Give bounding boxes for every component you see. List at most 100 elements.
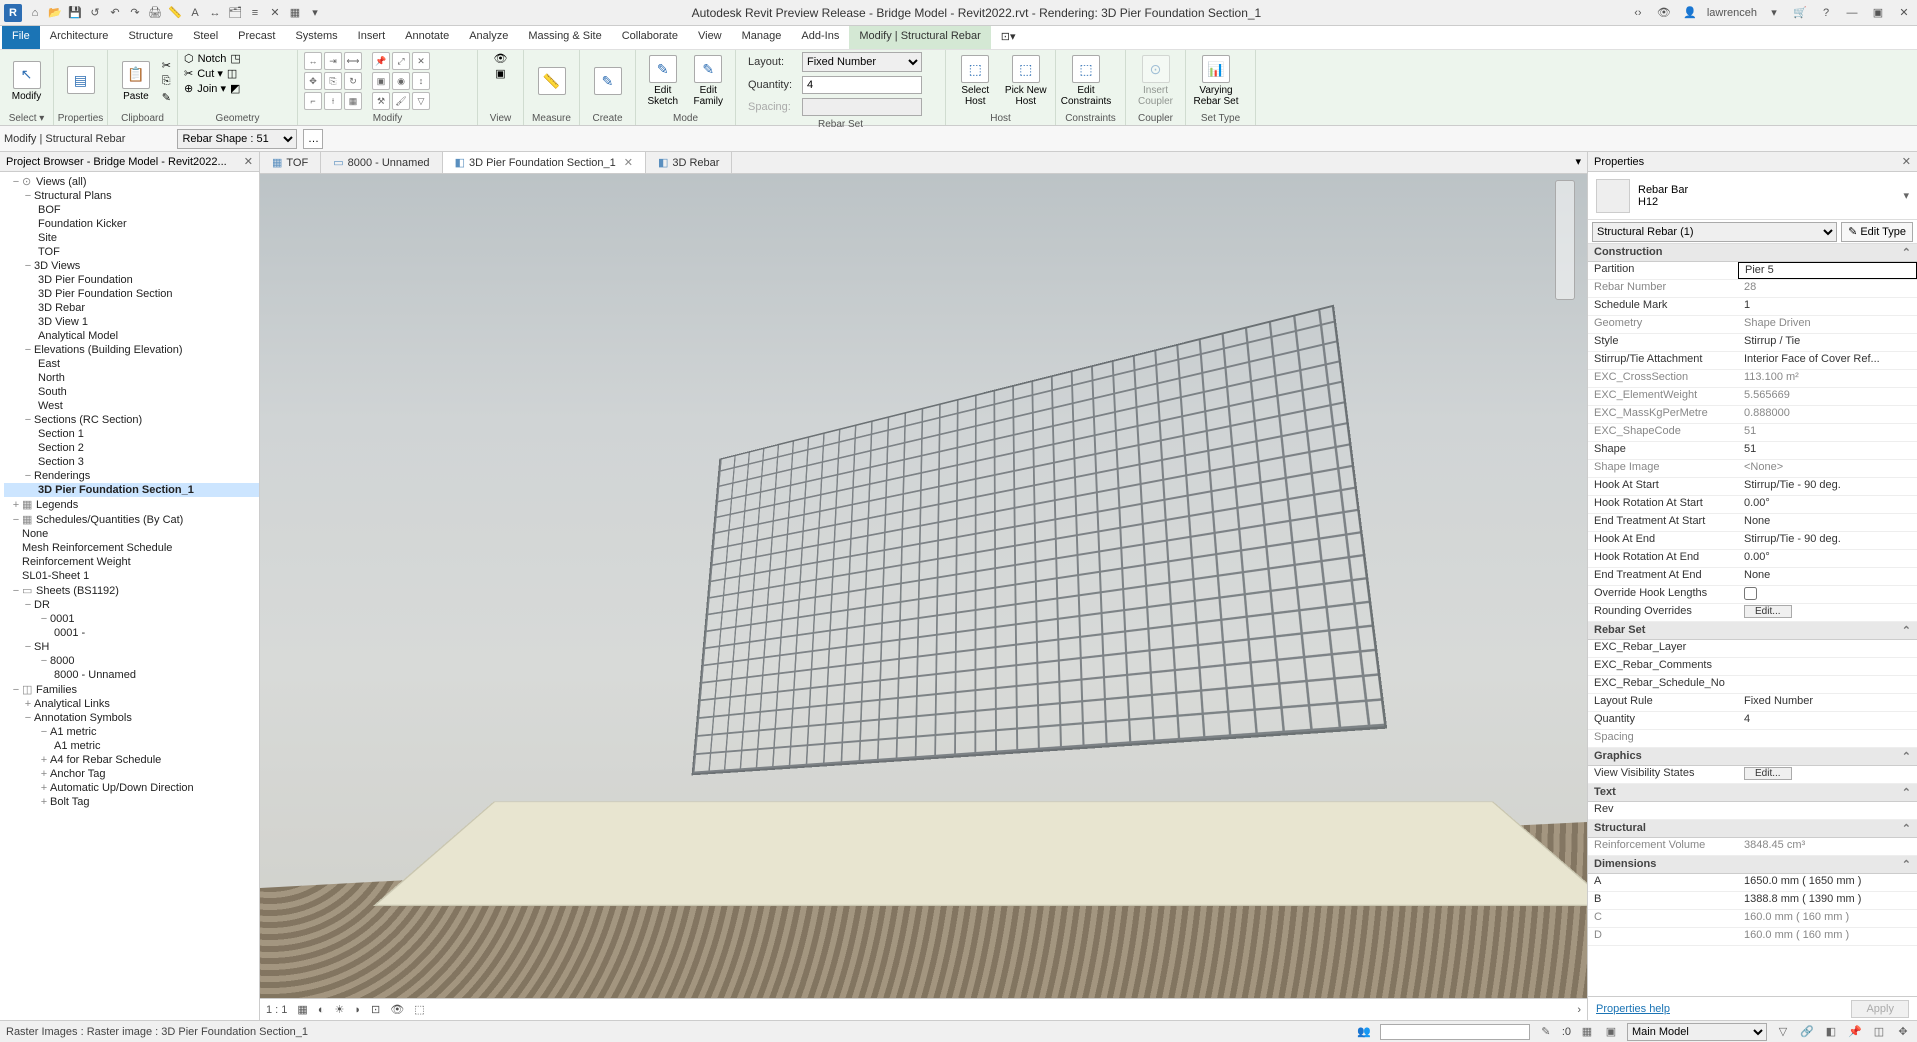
- visual-style-icon[interactable]: ◐: [318, 1004, 325, 1016]
- view-tab[interactable]: ▭8000 - Unnamed: [321, 152, 442, 173]
- array-icon[interactable]: ▦: [344, 92, 362, 110]
- keyin-icon[interactable]: ‹›: [1629, 4, 1647, 22]
- view-iso-icon[interactable]: ▣: [495, 67, 505, 80]
- tab-file[interactable]: File: [2, 26, 40, 49]
- scale-icon[interactable]: ⤢: [392, 52, 410, 70]
- tab-systems[interactable]: Systems: [285, 26, 347, 49]
- crop-icon[interactable]: ⊡: [371, 1003, 380, 1016]
- type-selector[interactable]: Rebar BarH12 ▾: [1588, 172, 1917, 220]
- join-label[interactable]: Join ▾: [197, 82, 226, 95]
- home-icon[interactable]: ⌂: [26, 4, 44, 22]
- notch-icon[interactable]: ⬡: [184, 52, 194, 65]
- edit-family-button[interactable]: ✎Edit Family: [688, 52, 730, 110]
- split-icon[interactable]: ⟊: [324, 92, 342, 110]
- hide-icon[interactable]: 👁: [390, 1003, 404, 1016]
- scroll-right-icon[interactable]: ›: [1577, 1004, 1581, 1016]
- tab-structure[interactable]: Structure: [118, 26, 183, 49]
- measure-button[interactable]: 📏: [530, 52, 573, 110]
- tag-icon[interactable]: 🗂: [226, 4, 244, 22]
- print-icon[interactable]: 🖨: [146, 4, 164, 22]
- measure-icon[interactable]: 📏: [166, 4, 184, 22]
- move-icon[interactable]: ✥: [304, 72, 322, 90]
- restore-icon[interactable]: ▣: [1869, 4, 1887, 22]
- close-icon[interactable]: ✕: [1895, 4, 1913, 22]
- notch-label[interactable]: Notch: [198, 53, 227, 65]
- instance-filter[interactable]: Structural Rebar (1): [1592, 222, 1837, 242]
- group-structural[interactable]: Structural⌃: [1588, 820, 1917, 838]
- paint-icon[interactable]: 🖌: [392, 92, 410, 110]
- override-hook-checkbox[interactable]: [1744, 587, 1757, 600]
- join2-icon[interactable]: ◩: [230, 82, 240, 95]
- tree-item[interactable]: Section 3: [4, 455, 259, 469]
- properties-header[interactable]: Properties ✕: [1588, 152, 1917, 172]
- rounding-edit-button[interactable]: Edit...: [1744, 605, 1792, 618]
- dim2-icon[interactable]: ↕: [412, 72, 430, 90]
- filter-icon[interactable]: ▽: [412, 92, 430, 110]
- workset-icon[interactable]: 👥: [1356, 1024, 1372, 1040]
- workset-select[interactable]: Main Model: [1627, 1023, 1767, 1041]
- create-button[interactable]: ✎: [586, 52, 629, 110]
- edit-constraints-button[interactable]: ⬚Edit Constraints: [1062, 52, 1110, 110]
- design-options-icon[interactable]: ▦: [1579, 1024, 1595, 1040]
- edit-type-button[interactable]: ✎Edit Type: [1841, 222, 1913, 242]
- main-model-icon[interactable]: ▣: [1603, 1024, 1619, 1040]
- view-tab[interactable]: ◧3D Rebar: [646, 152, 732, 173]
- cut2-icon[interactable]: ◫: [227, 67, 237, 80]
- tab-extra-icon[interactable]: ⊡▾: [991, 26, 1026, 49]
- tab-modify-rebar[interactable]: Modify | Structural Rebar: [849, 26, 990, 49]
- tree-item[interactable]: Section 2: [4, 441, 259, 455]
- tab-precast[interactable]: Precast: [228, 26, 285, 49]
- group-dimensions[interactable]: Dimensions⌃: [1588, 856, 1917, 874]
- rebar-shape-select[interactable]: Rebar Shape : 51: [177, 129, 297, 149]
- switch-icon[interactable]: ▦: [286, 4, 304, 22]
- text-icon[interactable]: A: [186, 4, 204, 22]
- tree-item[interactable]: 0001 -: [4, 626, 259, 640]
- group-icon[interactable]: ▣: [372, 72, 390, 90]
- shadows-icon[interactable]: ◗: [354, 1004, 361, 1016]
- select-face-icon[interactable]: ◫: [1871, 1024, 1887, 1040]
- tree-item[interactable]: Analytical Model: [4, 329, 259, 343]
- view-tab-active[interactable]: ◧3D Pier Foundation Section_1✕: [443, 152, 646, 173]
- tree-item[interactable]: Site: [4, 231, 259, 245]
- tree-item[interactable]: 3D View 1: [4, 315, 259, 329]
- group-text[interactable]: Text⌃: [1588, 784, 1917, 802]
- select-host-button[interactable]: ⬚Select Host: [952, 52, 999, 110]
- panel-select-label[interactable]: Select ▾: [0, 112, 53, 125]
- tab-manage[interactable]: Manage: [732, 26, 792, 49]
- vvs-edit-button[interactable]: Edit...: [1744, 767, 1792, 780]
- tab-massing[interactable]: Massing & Site: [518, 26, 611, 49]
- navigation-bar[interactable]: [1555, 180, 1575, 300]
- reveal-icon[interactable]: ⬚: [414, 1003, 424, 1016]
- dim-icon[interactable]: ↔: [206, 4, 224, 22]
- mirror-icon[interactable]: ⟷: [344, 52, 362, 70]
- filter-icon[interactable]: ▽: [1775, 1024, 1791, 1040]
- cut-icon[interactable]: ✂: [162, 59, 171, 72]
- view-tabs-menu[interactable]: ▾: [1569, 152, 1587, 173]
- browser-tree[interactable]: −⊙Views (all) −Structural Plans BOF Foun…: [0, 172, 259, 1020]
- cut-label[interactable]: Cut ▾: [197, 67, 223, 80]
- offset-icon[interactable]: ⇥: [324, 52, 342, 70]
- join-icon[interactable]: ⊕: [184, 82, 193, 95]
- select-link-icon[interactable]: 🔗: [1799, 1024, 1815, 1040]
- tree-item-selected[interactable]: 3D Pier Foundation Section_1: [4, 483, 259, 497]
- tree-item[interactable]: 3D Rebar: [4, 301, 259, 315]
- tree-item[interactable]: Reinforcement Weight: [4, 555, 259, 569]
- tree-item[interactable]: None: [4, 527, 259, 541]
- chevron-down-icon[interactable]: ▾: [1765, 4, 1783, 22]
- tab-addins[interactable]: Add-Ins: [791, 26, 849, 49]
- tree-item[interactable]: South: [4, 385, 259, 399]
- tab-collaborate[interactable]: Collaborate: [612, 26, 688, 49]
- minimize-icon[interactable]: —: [1843, 4, 1861, 22]
- editable-icon[interactable]: ✎: [1538, 1024, 1554, 1040]
- tree-item[interactable]: Section 1: [4, 427, 259, 441]
- tree-item[interactable]: North: [4, 371, 259, 385]
- group-construction[interactable]: Construction⌃: [1588, 244, 1917, 262]
- redo-icon[interactable]: ↷: [126, 4, 144, 22]
- property-list[interactable]: Construction⌃ PartitionPier 5 Rebar Numb…: [1588, 244, 1917, 996]
- help-icon[interactable]: ?: [1817, 4, 1835, 22]
- pin-icon[interactable]: 📌: [372, 52, 390, 70]
- trim-icon[interactable]: ⌐: [304, 92, 322, 110]
- cart-icon[interactable]: 🛒: [1791, 4, 1809, 22]
- pick-new-host-button[interactable]: ⬚Pick New Host: [1003, 52, 1050, 110]
- prop-partition[interactable]: PartitionPier 5: [1588, 262, 1917, 280]
